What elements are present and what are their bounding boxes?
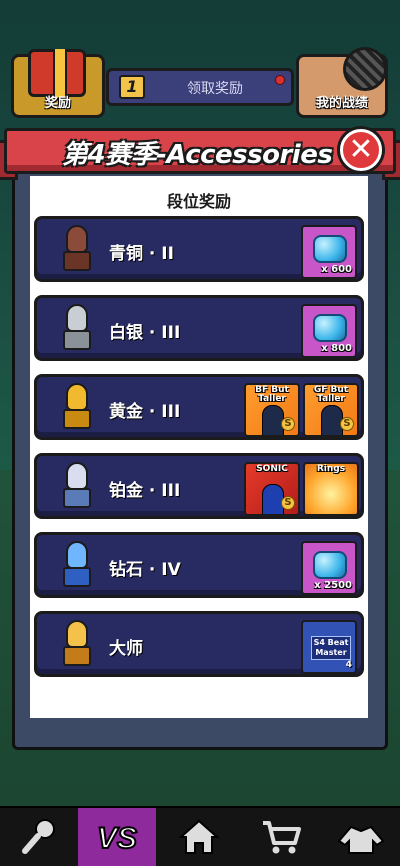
close-button[interactable]: ✕ (340, 129, 382, 171)
nav-home[interactable] (160, 808, 238, 866)
tier-name: 钻石 · IV (109, 560, 181, 580)
close-icon: ✕ (348, 132, 374, 167)
tier-row-diamond[interactable]: 钻石 · IV x 2500 (34, 532, 364, 598)
reward-caption: SONIC (256, 464, 288, 474)
svg-text:VS: VS (97, 822, 137, 855)
notification-dot (275, 75, 285, 85)
bronze-badge-icon (51, 223, 101, 277)
dialog-title: 第4赛季-Accessories (62, 140, 333, 170)
reward-caption: S4 Beat Master (311, 636, 351, 660)
tier-name: 白银 · III (109, 323, 181, 343)
reward-caption: BF But Taller (255, 385, 289, 404)
section-title: 段位奖励 (166, 192, 231, 211)
gold-badge-icon (51, 381, 101, 435)
skin-reward[interactable]: GF But Taller S (303, 383, 359, 437)
wardrobe-icon (337, 825, 385, 854)
nav-shop[interactable] (242, 808, 320, 866)
coin-icon: S (281, 496, 295, 510)
coin-icon: S (340, 417, 354, 431)
tier-row-bronze[interactable]: 青铜 · II x 600 (34, 216, 364, 282)
gem-icon (313, 235, 347, 263)
versus-icon: VS (96, 821, 138, 856)
tier-name: 大师 (109, 639, 143, 659)
silver-badge-icon (51, 302, 101, 356)
reward-amount: x 800 (321, 343, 352, 354)
gem-icon (313, 314, 347, 342)
tier-name: 黄金 · III (109, 402, 181, 422)
reward-amount: x 2500 (314, 580, 352, 591)
my-record-button[interactable]: 我的战绩 (296, 47, 388, 118)
nav-versus[interactable]: VS (78, 808, 156, 866)
nav-sing[interactable] (0, 808, 78, 866)
microphone-icon (22, 819, 55, 854)
tier-name: 青铜 · II (109, 244, 174, 264)
master-badge-icon (51, 618, 101, 672)
reward-caption: Rings (316, 464, 346, 474)
nav-wardrobe[interactable] (322, 808, 400, 866)
my-record-label: 我的战绩 (315, 96, 368, 111)
coin-icon: S (281, 417, 295, 431)
gem-reward[interactable]: x 2500 (301, 541, 357, 595)
reward-count: 4 (345, 660, 352, 670)
reward-caption: GF But Taller (313, 385, 349, 404)
gem-icon (313, 551, 347, 579)
rewards-button[interactable]: 奖励 (11, 49, 105, 118)
claim-count: 1 (119, 75, 145, 99)
cart-icon (263, 821, 301, 854)
gem-reward[interactable]: x 600 (301, 225, 357, 279)
gift-icon (28, 49, 86, 97)
claim-rewards-label: 领取奖励 (187, 81, 243, 97)
microphone-icon (343, 47, 387, 91)
reward-amount: x 600 (321, 264, 352, 275)
skin-reward[interactable]: SONIC S (244, 462, 300, 516)
diamond-badge-icon (51, 539, 101, 593)
platinum-badge-icon (51, 460, 101, 514)
song-reward[interactable]: S4 Beat Master 4 (301, 620, 357, 674)
rewards-button-label: 奖励 (44, 96, 71, 111)
claim-rewards-bar[interactable]: 1 领取奖励 (106, 68, 294, 106)
skin-reward[interactable]: Rings (303, 462, 359, 516)
home-icon (178, 819, 220, 854)
skin-reward[interactable]: BF But Taller S (244, 383, 300, 437)
tier-row-silver[interactable]: 白银 · III x 800 (34, 295, 364, 361)
gem-reward[interactable]: x 800 (301, 304, 357, 358)
tier-row-master[interactable]: 大师 S4 Beat Master 4 (34, 611, 364, 677)
tier-row-platinum[interactable]: 铂金 · III SONIC S Rings (34, 453, 364, 519)
tier-name: 铂金 · III (109, 481, 181, 501)
tier-row-gold[interactable]: 黄金 · III BF But Taller S GF But Taller S (34, 374, 364, 440)
